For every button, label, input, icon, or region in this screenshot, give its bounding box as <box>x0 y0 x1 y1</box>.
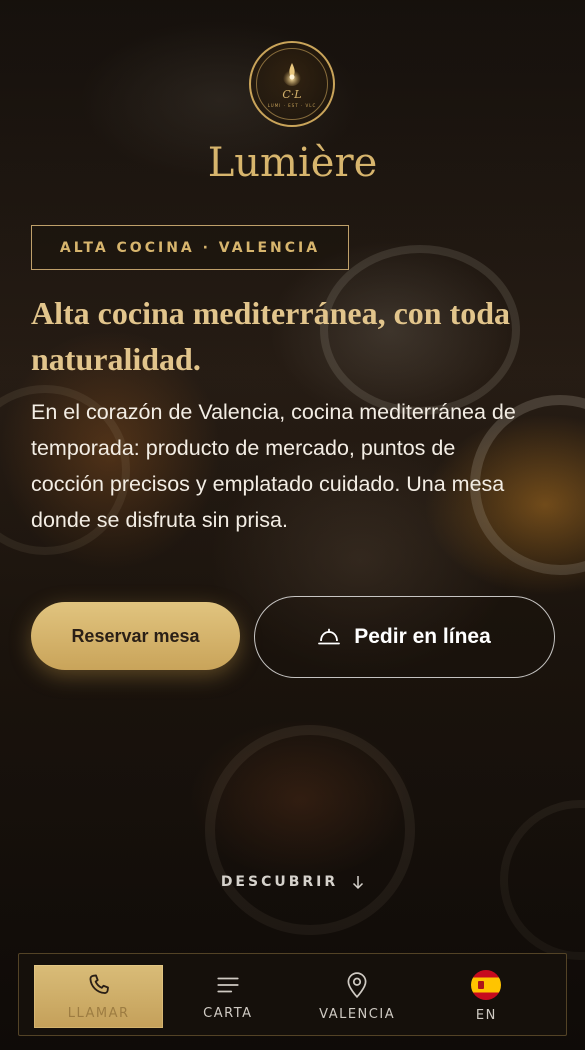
nav-label-menu: CARTA <box>203 1006 253 1021</box>
brand-name: Lumière <box>207 140 378 186</box>
logo-monogram: C·L <box>282 87 302 101</box>
brand-logo[interactable]: C·L LUMI · EST · VLC <box>249 41 335 127</box>
arrow-down-icon <box>353 876 364 890</box>
discover-label: DESCUBRIR <box>220 874 339 890</box>
nav-item-menu[interactable]: CARTA <box>163 965 292 1028</box>
logo-established: LUMI · EST · VLC <box>267 102 317 108</box>
category-tag: ALTA COCINA · VALENCIA <box>31 225 349 270</box>
order-online-label: Pedir en línea <box>354 625 491 648</box>
nav-label-location: VALENCIA <box>319 1007 396 1022</box>
bottom-navigation: LLAMAR CARTA VALENCIA EN <box>18 953 567 1036</box>
nav-item-language[interactable]: EN <box>422 965 551 1028</box>
hero-description: En el corazón de Valencia, cocina medite… <box>31 400 516 532</box>
map-pin-icon <box>347 972 367 999</box>
nav-item-call[interactable]: LLAMAR <box>34 965 164 1028</box>
reserve-table-label: Reservar mesa <box>71 625 200 646</box>
cloche-icon <box>318 628 341 645</box>
discover-link[interactable]: DESCUBRIR <box>0 874 585 890</box>
hero-headline: Alta cocina mediterránea, con toda natur… <box>31 295 511 377</box>
menu-lines-icon <box>217 977 239 993</box>
hero-section: C·L LUMI · EST · VLC Lumière ALTA COCINA… <box>0 0 585 1050</box>
reserve-table-button[interactable]: Reservar mesa <box>31 602 240 670</box>
logo-emblem: C·L LUMI · EST · VLC <box>256 48 328 120</box>
spain-flag-icon <box>471 970 502 1000</box>
nav-label-language: EN <box>475 1008 497 1023</box>
background-plate <box>205 725 415 935</box>
nav-label-call: LLAMAR <box>67 1006 130 1021</box>
phone-icon <box>89 974 109 994</box>
nav-item-location[interactable]: VALENCIA <box>293 965 422 1028</box>
candle-flame-icon <box>283 62 301 86</box>
order-online-button[interactable]: Pedir en línea <box>254 596 555 678</box>
